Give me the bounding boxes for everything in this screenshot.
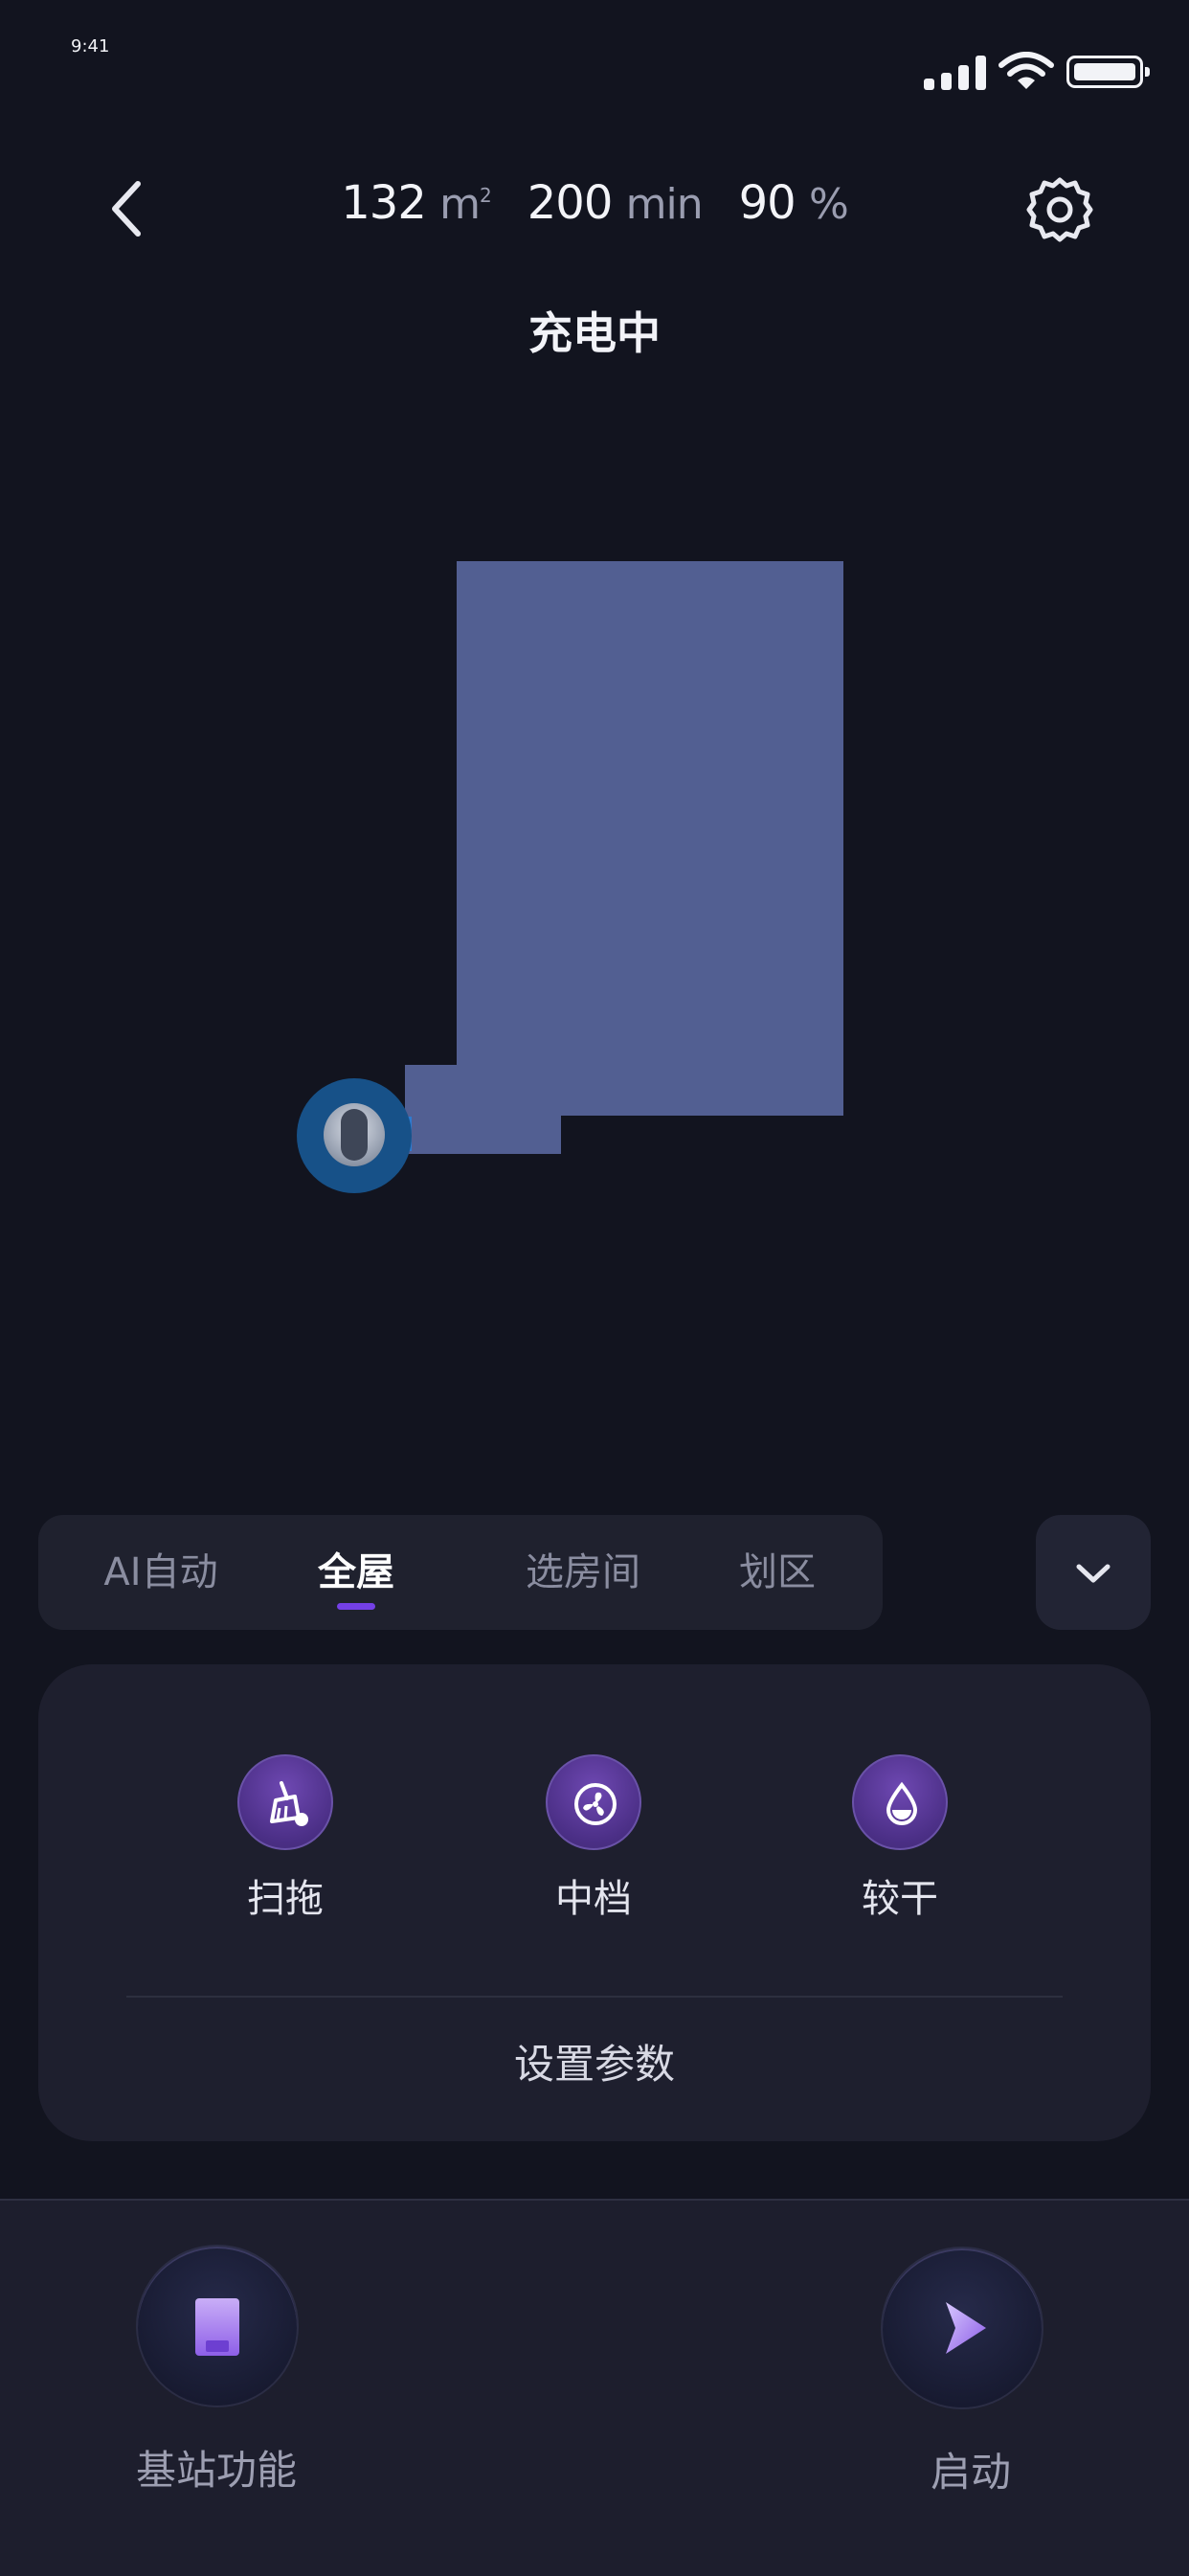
option-clean-mode-label: 扫拖 — [247, 1877, 324, 1921]
base-station-icon — [195, 2298, 239, 2356]
start-button[interactable] — [883, 2248, 1042, 2407]
duration-value: 200 — [527, 176, 614, 230]
cleaning-options-card: 扫拖 中档 较干 设置参数 — [38, 1664, 1151, 2141]
option-water-level-label: 较干 — [862, 1877, 938, 1921]
play-icon — [946, 2302, 986, 2354]
area-unit: m — [439, 180, 481, 229]
expand-modes-button[interactable] — [1036, 1515, 1151, 1630]
base-station-label: 基站功能 — [135, 2447, 297, 2494]
base-station-button[interactable] — [138, 2247, 297, 2406]
robot-position-marker[interactable] — [297, 1078, 412, 1193]
option-clean-mode[interactable]: 扫拖 — [190, 1754, 381, 1923]
tab-ai-auto[interactable]: AI自动 — [67, 1515, 255, 1630]
map-room-area-lower — [405, 1065, 561, 1154]
fan-icon — [574, 1783, 617, 1825]
water-drop-icon — [886, 1781, 918, 1825]
option-water-level[interactable]: 较干 — [804, 1754, 996, 1923]
option-suction-level[interactable]: 中档 — [498, 1754, 689, 1923]
area-unit-sup: 2 — [480, 184, 492, 207]
map-room-area — [457, 561, 843, 1116]
card-divider — [126, 1996, 1063, 1998]
bottom-action-bar: 基站功能 启动 — [0, 2199, 1189, 2576]
start-label: 启动 — [930, 2449, 1011, 2496]
chevron-down-icon — [1076, 1564, 1110, 1583]
tab-zone[interactable]: 划区 — [710, 1515, 844, 1630]
active-tab-indicator — [337, 1603, 375, 1610]
tab-whole-house[interactable]: 全屋 — [289, 1515, 423, 1630]
duration-unit: min — [625, 180, 704, 229]
battery-value: 90 — [738, 176, 796, 230]
option-suction-level-label: 中档 — [555, 1877, 632, 1921]
gear-icon[interactable] — [1026, 176, 1093, 243]
device-status-title: 充电中 — [528, 307, 661, 359]
area-value: 132 — [341, 176, 427, 230]
battery-unit: % — [808, 180, 849, 229]
mode-tab-bar: AI自动 全屋 选房间 划区 — [38, 1515, 883, 1630]
set-parameters-button[interactable]: 设置参数 — [38, 2032, 1151, 2090]
broom-mop-icon — [270, 1781, 308, 1826]
tab-select-room[interactable]: 选房间 — [492, 1515, 674, 1630]
cleaning-stats: 132 m2 200 min 90 % — [0, 176, 1189, 230]
